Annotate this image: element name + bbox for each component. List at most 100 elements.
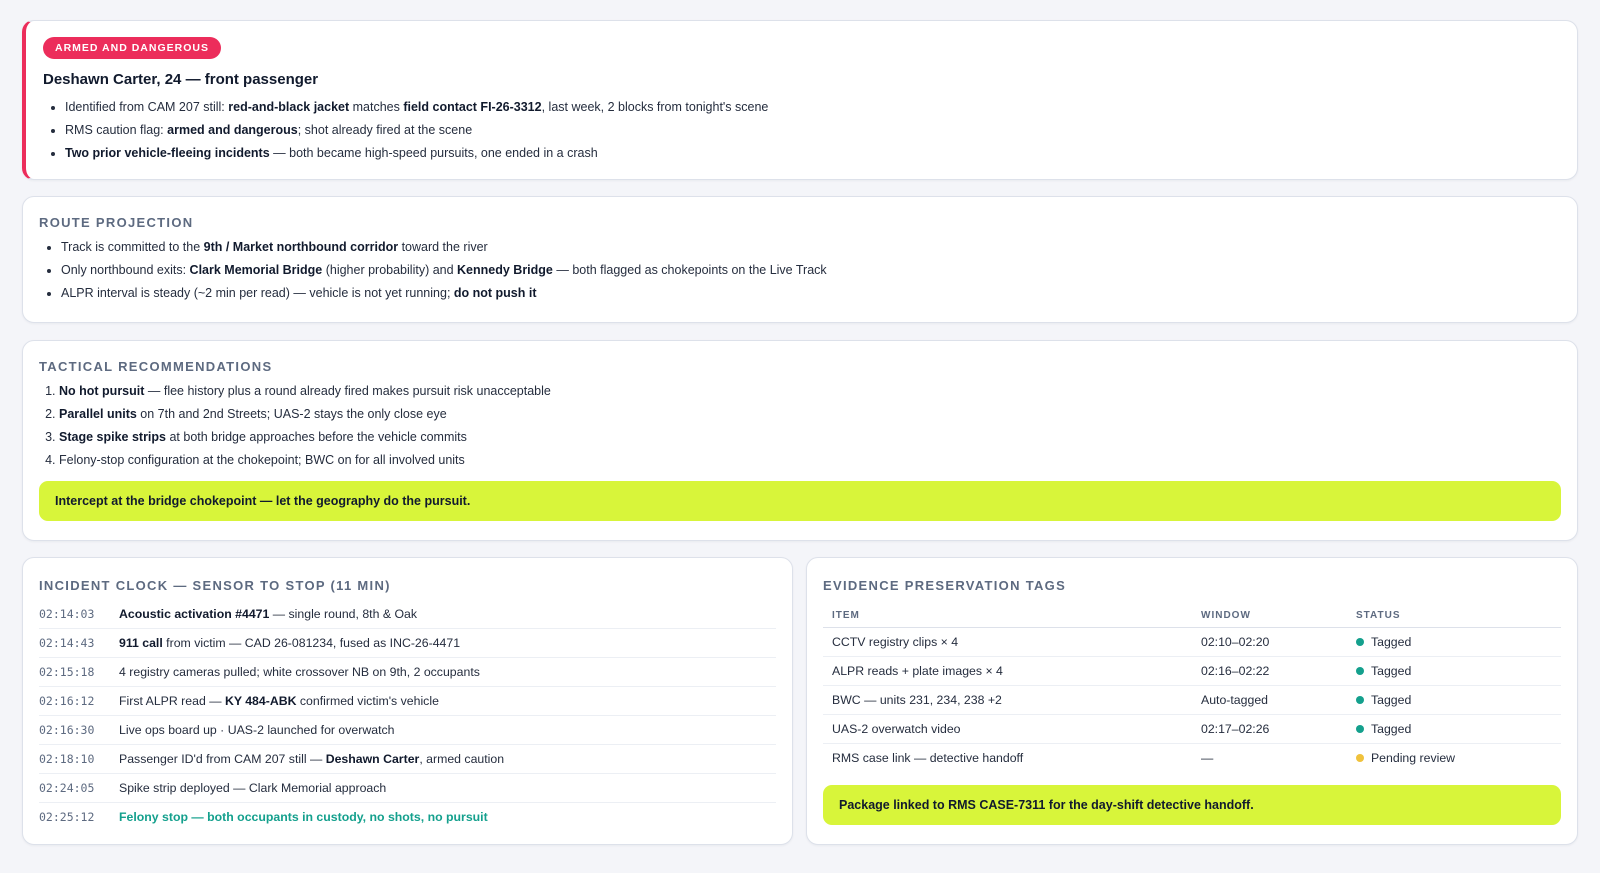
timeline-event: First ALPR read — KY 484-ABK confirmed v…	[119, 694, 439, 708]
text-segment: Only northbound exits:	[61, 263, 190, 277]
timeline-timestamp: 02:16:12	[39, 694, 95, 708]
timeline-row: 02:14:43 911 call from victim — CAD 26-08…	[39, 629, 776, 658]
evidence-row: ALPR reads + plate images × 4 02:16–02:22…	[823, 656, 1561, 686]
evidence-row: RMS case link — detective handoff — Pendin…	[823, 744, 1561, 773]
timeline-event: Felony stop — both occupants in custody,…	[119, 810, 488, 824]
emphasis-text: Parallel units	[59, 407, 137, 421]
timeline-row: 02:16:12 First ALPR read — KY 484-ABK con…	[39, 687, 776, 716]
emphasis-text: Acoustic activation #4471	[119, 607, 270, 621]
text-segment: confirmed victim's vehicle	[296, 694, 439, 708]
text-segment: at both bridge approaches before the veh…	[166, 430, 467, 444]
timeline-timestamp: 02:14:43	[39, 636, 95, 650]
text-segment: , last week, 2 blocks from tonight's sce…	[541, 100, 769, 114]
evidence-window: 02:16–02:22	[1192, 656, 1347, 686]
emphasis-text: Deshawn Carter	[325, 752, 420, 766]
status-dot-icon	[1355, 637, 1364, 646]
timeline-event: 911 call from victim — CAD 26-081234, fu…	[119, 636, 460, 650]
text-segment: — single round, 8th & Oak	[269, 607, 418, 621]
tactical-recommendations-title: TACTICAL RECOMMENDATIONS	[39, 359, 273, 374]
timeline-timestamp: 02:18:10	[39, 752, 95, 766]
timeline-event: Passenger ID'd from CAM 207 still — Desh…	[119, 752, 504, 766]
evidence-window: —	[1201, 751, 1214, 765]
evidence-status: Tagged	[1346, 714, 1561, 744]
suspect-bullet: Identified from CAM 207 still: red-and-b…	[65, 96, 1559, 119]
timeline-row: 02:16:30 Live ops board up · UAS-2 launch…	[39, 716, 776, 745]
timeline-timestamp: 02:15:18	[39, 665, 95, 679]
tactical-item: No hot pursuit — flee history plus a rou…	[59, 380, 1561, 403]
emphasis-text: field contact FI-26-3312	[403, 100, 542, 114]
column-header-status: STATUS	[1346, 603, 1561, 628]
emphasis-text: do not push it	[453, 286, 537, 300]
timeline-event: Acoustic activation #4471 — single round…	[119, 607, 417, 621]
text-segment: ; shot already fired at the scene	[297, 123, 473, 137]
evidence-status: Pending review	[1347, 744, 1561, 773]
column-header-item: ITEM	[823, 603, 1192, 628]
suspect-alert-card: ARMED AND DANGEROUS Deshawn Carter, 24 —…	[22, 20, 1578, 180]
suspect-title: Deshawn Carter, 24 — front passenger	[43, 71, 319, 88]
text-segment: Identified from CAM 207 still:	[65, 100, 229, 114]
rms-package-callout: Package linked to RMS CASE-7311 for the …	[823, 785, 1561, 825]
evidence-item: CCTV registry clips × 4	[823, 627, 1192, 657]
text-segment: RMS caution flag:	[65, 123, 168, 137]
intercept-callout: Intercept at the bridge chokepoint — let…	[39, 481, 1561, 521]
timeline-timestamp: 02:24:05	[39, 781, 95, 795]
suspect-bullet: RMS caution flag: armed and dangerous; s…	[65, 119, 1559, 142]
evidence-status: Tagged	[1346, 656, 1561, 686]
route-bullet: ALPR interval is steady (~2 min per read…	[61, 282, 1561, 305]
text-segment: from victim — CAD 26-081234, fused as IN…	[162, 636, 461, 650]
text-segment: First ALPR read —	[119, 694, 225, 708]
emphasis-text: KY 484-ABK	[224, 694, 297, 708]
emphasis-text: 9th / Market northbound corridor	[203, 240, 399, 254]
route-bullet: Track is committed to the 9th / Market n…	[61, 236, 1561, 259]
emphasis-text: No hot pursuit	[59, 384, 145, 398]
timeline-event: Spike strip deployed — Clark Memorial ap…	[119, 781, 386, 795]
emphasis-text: Two prior vehicle-fleeing incidents	[65, 146, 270, 160]
timeline-row: 02:24:05 Spike strip deployed — Clark Mem…	[39, 774, 776, 803]
timeline-timestamp: 02:14:03	[39, 607, 95, 621]
evidence-status: Tagged	[1346, 627, 1561, 657]
emphasis-text: Kennedy Bridge	[457, 263, 553, 277]
text-segment: on 7th and 2nd Streets; UAS-2 stays the …	[136, 407, 447, 421]
tactical-item: Parallel units on 7th and 2nd Streets; U…	[59, 403, 1561, 426]
emphasis-text: 911 call	[119, 636, 163, 650]
tactical-list: No hot pursuit — flee history plus a rou…	[39, 380, 1561, 472]
incident-clock-card: INCIDENT CLOCK — SENSOR TO STOP (11 MIN)…	[22, 557, 793, 845]
text-segment: 4 registry cameras pulled; white crossov…	[119, 665, 480, 679]
text-segment: Felony-stop configuration at the chokepo…	[59, 453, 465, 467]
evidence-table: ITEM WINDOW STATUS CCTV registry clips ×…	[823, 603, 1561, 772]
status-dot-icon	[1355, 724, 1364, 733]
status-label: Tagged	[1370, 664, 1412, 678]
evidence-item: ALPR reads + plate images × 4	[823, 656, 1192, 686]
evidence-item: BWC — units 231, 234, 238 +2	[823, 685, 1192, 715]
status-dot-icon	[1355, 753, 1364, 762]
text-segment: toward the river	[398, 240, 488, 254]
evidence-status: Tagged	[1346, 685, 1561, 715]
suspect-bullets: Identified from CAM 207 still: red-and-b…	[43, 96, 1559, 165]
evidence-tags-title: EVIDENCE PRESERVATION TAGS	[823, 578, 1067, 593]
route-bullet: Only northbound exits: Clark Memorial Br…	[61, 259, 1561, 282]
armed-dangerous-badge: ARMED AND DANGEROUS	[43, 37, 221, 59]
text-segment: — both flagged as chokepoints on the Liv…	[552, 263, 827, 277]
text-segment: Felony stop — both occupants in custody,…	[119, 810, 488, 824]
tactical-item: Felony-stop configuration at the chokepo…	[59, 449, 1561, 472]
emphasis-text: Stage spike strips	[59, 430, 166, 444]
timeline-row: 02:14:03 Acoustic activation #4471 — sing…	[39, 600, 776, 629]
status-label: Pending review	[1370, 751, 1456, 765]
route-projection-title: ROUTE PROJECTION	[39, 215, 194, 230]
evidence-row: BWC — units 231, 234, 238 +2 Auto-tagged T…	[823, 685, 1561, 715]
status-dot-icon	[1355, 666, 1364, 675]
evidence-row: CCTV registry clips × 4 02:10–02:20 Tagged	[823, 627, 1561, 657]
timeline-row: 02:25:12 Felony stop — both occupants in …	[39, 803, 776, 831]
status-label: Tagged	[1370, 693, 1412, 707]
suspect-bullet: Two prior vehicle-fleeing incidents — bo…	[65, 142, 1559, 165]
timeline-event: Live ops board up · UAS-2 launched for o…	[119, 723, 394, 737]
evidence-row: UAS-2 overwatch video 02:17–02:26 Tagged	[823, 714, 1561, 744]
status-dot-icon	[1355, 695, 1364, 704]
evidence-window: 02:17–02:26	[1192, 714, 1347, 744]
text-segment: Spike strip deployed — Clark Memorial ap…	[119, 781, 387, 795]
text-segment: — flee history plus a round already fire…	[144, 384, 551, 398]
emphasis-text: armed and dangerous	[167, 123, 298, 137]
evidence-table-header: ITEM WINDOW STATUS	[823, 603, 1561, 628]
evidence-item: UAS-2 overwatch video	[823, 714, 1192, 744]
tactical-item: Stage spike strips at both bridge approa…	[59, 426, 1561, 449]
